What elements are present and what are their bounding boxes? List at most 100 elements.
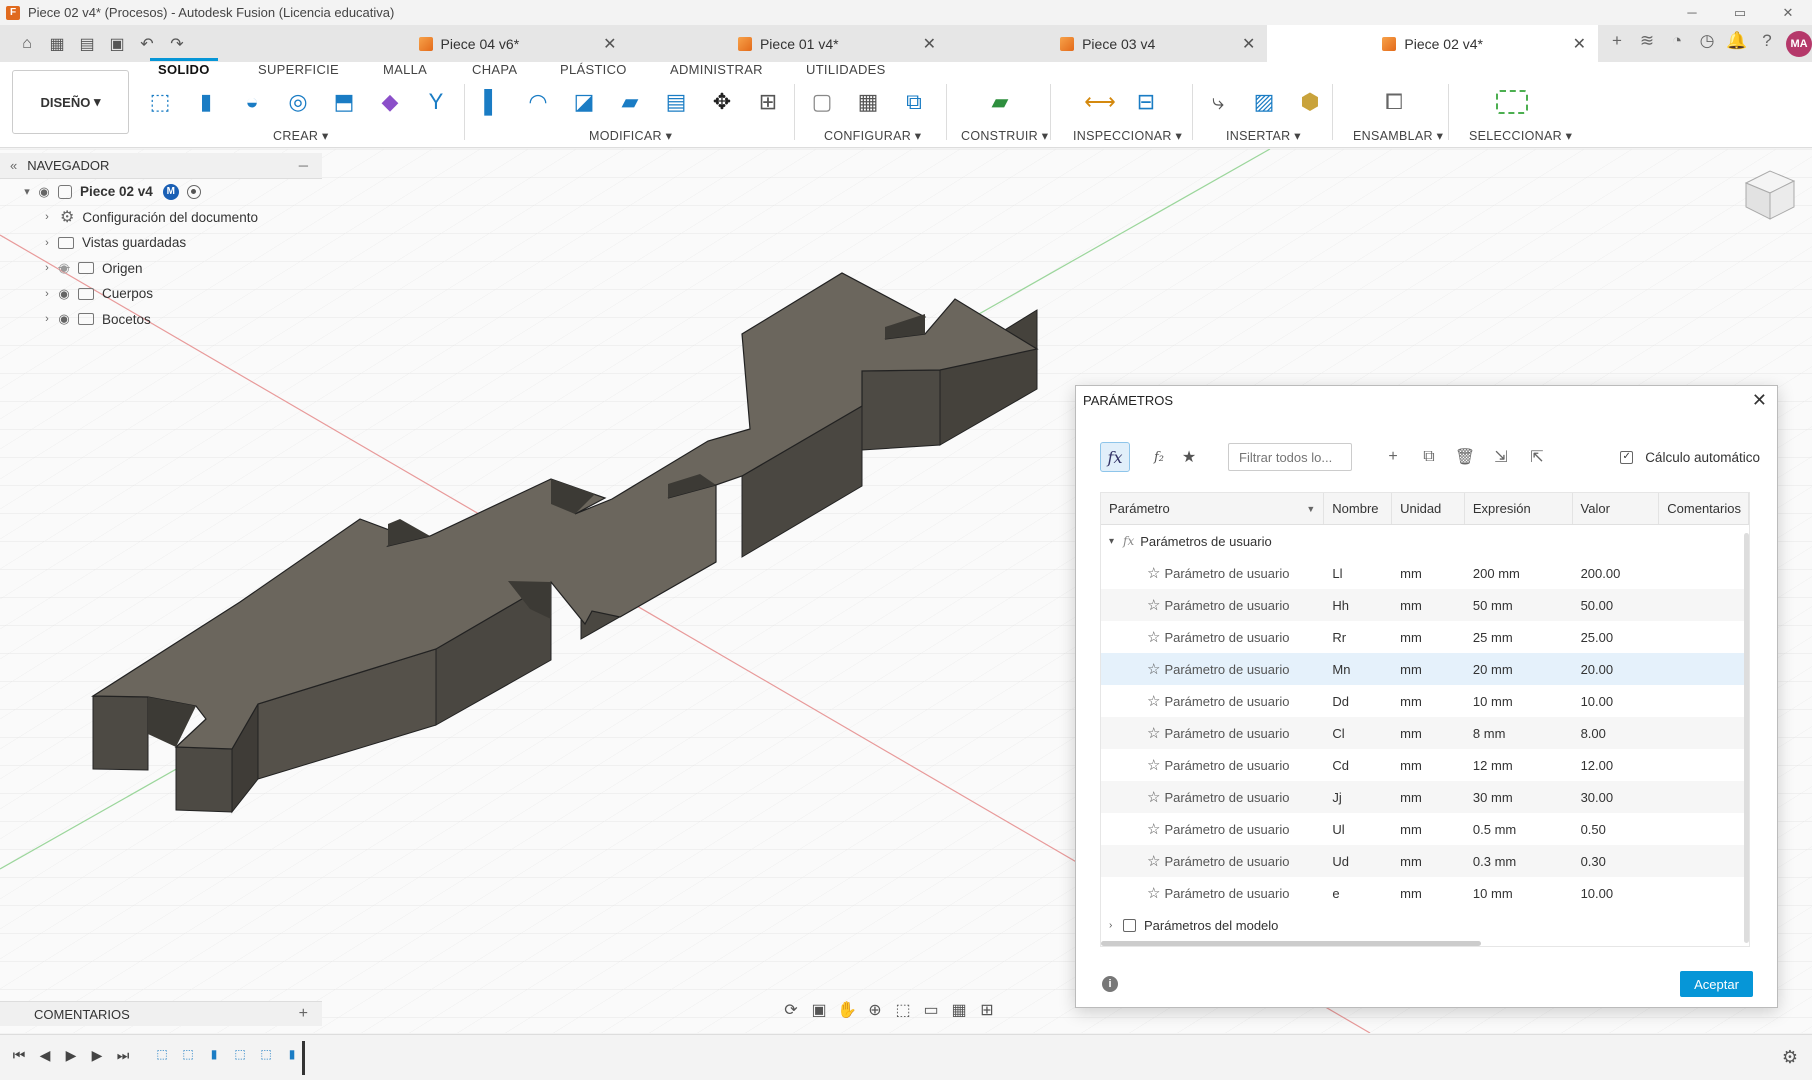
- table-row[interactable]: ☆ Parámetro de usuario e mm 10 mm 10.00: [1101, 877, 1749, 909]
- tab-malla[interactable]: MALLA: [383, 62, 427, 77]
- tab-solido[interactable]: SOLIDO: [150, 58, 218, 77]
- auto-calc-checkbox[interactable]: ✓: [1620, 450, 1634, 464]
- param-expression-cell[interactable]: 12 mm: [1465, 758, 1573, 773]
- param-unit-cell[interactable]: mm: [1392, 790, 1465, 805]
- extrude-feature-icon[interactable]: ▮: [282, 1047, 302, 1065]
- combine-icon[interactable]: ▤: [658, 84, 694, 120]
- tab-plastico[interactable]: PLÁSTICO: [560, 62, 627, 77]
- favorite-star-icon[interactable]: ☆: [1147, 820, 1160, 838]
- visibility-eye-icon[interactable]: ◉: [54, 311, 74, 327]
- grid-settings-icon[interactable]: ▦: [948, 1000, 970, 1020]
- extrude-icon[interactable]: ▮: [188, 84, 224, 120]
- column-header-comentarios[interactable]: Comentarios: [1659, 493, 1749, 524]
- online-icon[interactable]: ◔: [1666, 31, 1688, 57]
- tab-utilidades[interactable]: UTILIDADES: [806, 62, 886, 77]
- orbit-icon[interactable]: ⟳: [780, 1000, 802, 1020]
- tab-piece-02[interactable]: Piece 02 v4* ✕: [1267, 25, 1599, 62]
- param-unit-cell[interactable]: mm: [1392, 630, 1465, 645]
- pan-icon[interactable]: ✋: [836, 1000, 858, 1020]
- navigator-header[interactable]: « NAVEGADOR ─: [0, 153, 322, 179]
- param-expression-cell[interactable]: 0.5 mm: [1465, 822, 1573, 837]
- sketch-feature-icon[interactable]: ⬚: [178, 1047, 198, 1065]
- param-expression-cell[interactable]: 200 mm: [1465, 566, 1573, 581]
- param-name-cell[interactable]: e: [1324, 886, 1392, 901]
- measure-icon[interactable]: ⟷: [1082, 84, 1118, 120]
- dialog-header[interactable]: PARÁMETROS ✕: [1076, 386, 1777, 415]
- group-row-model[interactable]: › Parámetros del modelo: [1101, 909, 1749, 941]
- new-tab-icon[interactable]: +: [1606, 31, 1628, 57]
- derive-icon[interactable]: Y: [418, 84, 454, 120]
- tree-item-sketches[interactable]: › ◉ Bocetos: [0, 307, 322, 333]
- favorite-star-icon[interactable]: ☆: [1147, 596, 1160, 614]
- viewports-icon[interactable]: ⊞: [976, 1000, 998, 1020]
- save-icon[interactable]: ▣: [104, 34, 130, 54]
- redo-icon[interactable]: ↷: [164, 34, 190, 54]
- go-to-end-icon[interactable]: ⏭: [114, 1047, 132, 1064]
- visibility-eye-icon[interactable]: ◉: [34, 184, 54, 200]
- favorite-star-icon[interactable]: ☆: [1147, 756, 1160, 774]
- close-tab-icon[interactable]: ✕: [923, 34, 936, 54]
- chevron-right-icon[interactable]: ›: [40, 288, 54, 300]
- hidden-eye-icon[interactable]: ◉: [54, 260, 74, 276]
- sketch-feature-icon[interactable]: ⬚: [152, 1047, 172, 1065]
- param-name-cell[interactable]: Mn: [1324, 662, 1392, 677]
- column-header-expresion[interactable]: Expresión: [1465, 493, 1573, 524]
- job-status-icon[interactable]: ◷: [1696, 31, 1718, 57]
- export-icon[interactable]: ⇱: [1522, 442, 1552, 472]
- tab-piece-04[interactable]: Piece 04 v6* ✕: [309, 25, 628, 62]
- workspace-selector[interactable]: DISEÑO ▾: [12, 70, 129, 134]
- copy-parameter-icon[interactable]: ⧉: [1414, 442, 1444, 472]
- auto-calc-toggle[interactable]: ✓ Cálculo automático: [1620, 450, 1760, 465]
- tab-piece-01[interactable]: Piece 01 v4* ✕: [629, 25, 948, 62]
- undo-icon[interactable]: ↶: [134, 34, 160, 54]
- column-header-unidad[interactable]: Unidad: [1392, 493, 1465, 524]
- chevron-right-icon[interactable]: ›: [1101, 920, 1123, 931]
- group-inspeccionar[interactable]: INSPECCIONAR ▾: [1073, 128, 1182, 143]
- change-parameters-icon[interactable]: ▦: [850, 84, 886, 120]
- move-icon[interactable]: ✥: [704, 84, 740, 120]
- view-cube[interactable]: [1736, 163, 1798, 225]
- revolve-icon[interactable]: ◒: [234, 84, 270, 120]
- hole-icon[interactable]: ◎: [280, 84, 316, 120]
- tree-root[interactable]: ▾ ◉ Piece 02 v4 M: [0, 179, 322, 205]
- add-comment-icon[interactable]: +: [299, 1005, 308, 1023]
- param-expression-cell[interactable]: 0.3 mm: [1465, 854, 1573, 869]
- table-row[interactable]: ☆ Parámetro de usuario Mn mm 20 mm 20.00: [1101, 653, 1749, 685]
- param-name-cell[interactable]: Ul: [1324, 822, 1392, 837]
- param-unit-cell[interactable]: mm: [1392, 566, 1465, 581]
- horizontal-scrollbar[interactable]: [1101, 941, 1481, 946]
- table-row[interactable]: ☆ Parámetro de usuario Rr mm 25 mm 25.00: [1101, 621, 1749, 653]
- group-crear[interactable]: CREAR ▾: [273, 128, 329, 143]
- collapse-panel-icon[interactable]: «: [10, 158, 17, 173]
- minimize-panel-icon[interactable]: ─: [299, 158, 308, 173]
- create-form-icon[interactable]: ◆: [372, 84, 408, 120]
- tree-item-document-settings[interactable]: › ⚙ Configuración del documento: [0, 205, 322, 231]
- help-icon[interactable]: ?: [1756, 31, 1778, 57]
- user-params-filter-icon[interactable]: f₂: [1144, 442, 1174, 472]
- group-insertar[interactable]: INSERTAR ▾: [1226, 128, 1301, 143]
- param-name-cell[interactable]: Dd: [1324, 694, 1392, 709]
- info-icon[interactable]: i: [1102, 976, 1118, 992]
- param-expression-cell[interactable]: 20 mm: [1465, 662, 1573, 677]
- param-unit-cell[interactable]: mm: [1392, 822, 1465, 837]
- param-unit-cell[interactable]: mm: [1392, 598, 1465, 613]
- table-row[interactable]: ☆ Parámetro de usuario Ud mm 0.3 mm 0.30: [1101, 845, 1749, 877]
- tree-item-bodies[interactable]: › ◉ Cuerpos: [0, 281, 322, 307]
- param-unit-cell[interactable]: mm: [1392, 726, 1465, 741]
- visibility-eye-icon[interactable]: ◉: [54, 286, 74, 302]
- configure-icon[interactable]: ⧉: [896, 84, 932, 120]
- param-unit-cell[interactable]: mm: [1392, 694, 1465, 709]
- close-tab-icon[interactable]: ✕: [1242, 34, 1255, 54]
- chevron-down-icon[interactable]: ▾: [1101, 536, 1123, 547]
- extrude-feature-icon[interactable]: ▮: [204, 1047, 224, 1065]
- close-window-button[interactable]: ✕: [1764, 0, 1812, 25]
- extensions-icon[interactable]: ≋: [1636, 31, 1658, 57]
- maximize-button[interactable]: ▭: [1716, 0, 1764, 25]
- insert-mesh-icon[interactable]: ⬢: [1292, 84, 1328, 120]
- import-icon[interactable]: ⇲: [1486, 442, 1516, 472]
- setup-icon[interactable]: ▢: [804, 84, 840, 120]
- favorite-star-icon[interactable]: ☆: [1147, 692, 1160, 710]
- grid-menu-icon[interactable]: ▦: [44, 34, 70, 54]
- table-row[interactable]: ☆ Parámetro de usuario Cl mm 8 mm 8.00: [1101, 717, 1749, 749]
- tab-superficie[interactable]: SUPERFICIE: [258, 62, 339, 77]
